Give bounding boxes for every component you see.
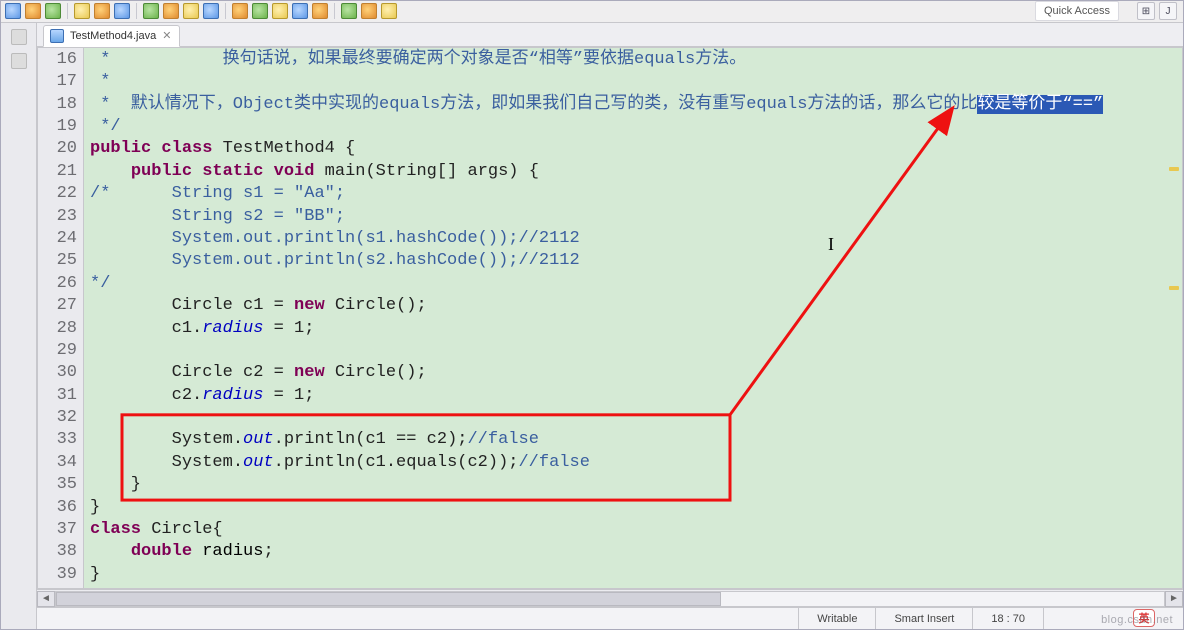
toolbar-icon[interactable] xyxy=(312,3,328,19)
minimized-view-icon[interactable] xyxy=(11,53,27,69)
code-line[interactable]: } xyxy=(90,497,1182,519)
toolbar-icon[interactable] xyxy=(114,3,130,19)
toolbar-icon[interactable] xyxy=(203,3,219,19)
toolbar-icon[interactable] xyxy=(74,3,90,19)
line-number: 39 xyxy=(42,564,77,586)
code-line[interactable]: /* String s1 = "Aa"; xyxy=(90,183,1182,205)
scroll-thumb[interactable] xyxy=(56,592,721,606)
minimized-view-icon[interactable] xyxy=(11,29,27,45)
line-number: 32 xyxy=(42,407,77,429)
code-content[interactable]: * 换句话说，如果最终要确定两个对象是否“相等”要依据equals方法。 * *… xyxy=(84,48,1182,588)
line-number: 37 xyxy=(42,519,77,541)
toolbar-separator xyxy=(225,3,226,19)
scroll-track[interactable] xyxy=(55,591,1165,607)
code-line[interactable] xyxy=(90,340,1182,362)
status-bar: Writable Smart Insert 18 : 70 xyxy=(37,607,1183,629)
java-perspective-button[interactable]: J xyxy=(1159,2,1177,20)
line-number: 36 xyxy=(42,497,77,519)
code-line[interactable]: } xyxy=(90,474,1182,496)
line-number: 38 xyxy=(42,541,77,563)
toolbar-icon[interactable] xyxy=(272,3,288,19)
line-number: 29 xyxy=(42,340,77,362)
toolbar-icon[interactable] xyxy=(25,3,41,19)
editor-tabbar: TestMethod4.java ✕ xyxy=(37,23,1183,47)
toolbar-icon[interactable] xyxy=(232,3,248,19)
quick-access-label: Quick Access xyxy=(1044,5,1110,17)
toolbar-icon[interactable] xyxy=(45,3,61,19)
toolbar-separator xyxy=(334,3,335,19)
line-number: 25 xyxy=(42,250,77,272)
perspective-switcher: ⊞ J xyxy=(1137,2,1177,20)
toolbar-icon[interactable] xyxy=(341,3,357,19)
horizontal-scrollbar[interactable]: ◄ ► xyxy=(37,589,1183,607)
code-line[interactable]: public static void main(String[] args) { xyxy=(90,161,1182,183)
open-perspective-button[interactable]: ⊞ xyxy=(1137,2,1155,20)
line-number: 20 xyxy=(42,138,77,160)
line-number: 26 xyxy=(42,273,77,295)
main-toolbar: Quick Access ⊞ J xyxy=(1,1,1183,23)
toolbar-icon[interactable] xyxy=(381,3,397,19)
code-line[interactable]: } xyxy=(90,564,1182,586)
line-number: 23 xyxy=(42,206,77,228)
code-line[interactable]: System.out.println(s2.hashCode());//2112 xyxy=(90,250,1182,272)
code-line[interactable]: System.out.println(s1.hashCode());//2112 xyxy=(90,228,1182,250)
code-line[interactable]: * xyxy=(90,71,1182,93)
line-number: 30 xyxy=(42,362,77,384)
line-number: 31 xyxy=(42,385,77,407)
code-line[interactable]: * 换句话说，如果最终要确定两个对象是否“相等”要依据equals方法。 xyxy=(90,49,1182,71)
toolbar-separator xyxy=(67,3,68,19)
code-line[interactable]: */ xyxy=(90,116,1182,138)
code-line[interactable]: c2.radius = 1; xyxy=(90,385,1182,407)
status-insert-mode: Smart Insert xyxy=(875,608,972,629)
line-number: 35 xyxy=(42,474,77,496)
java-file-icon xyxy=(50,29,64,43)
code-line[interactable]: System.out.println(c1 == c2);//false xyxy=(90,429,1182,451)
toolbar-icon[interactable] xyxy=(163,3,179,19)
scroll-left-button[interactable]: ◄ xyxy=(37,591,55,607)
line-number: 24 xyxy=(42,228,77,250)
line-number: 18 xyxy=(42,94,77,116)
line-number: 34 xyxy=(42,452,77,474)
code-line[interactable]: System.out.println(c1.equals(c2));//fals… xyxy=(90,452,1182,474)
quick-access-box[interactable]: Quick Access xyxy=(1035,1,1119,21)
tab-label: TestMethod4.java xyxy=(70,30,156,42)
eclipse-window: Quick Access ⊞ J TestMethod4.java ✕ 1617… xyxy=(0,0,1184,630)
overview-ruler[interactable] xyxy=(1164,72,1182,548)
toolbar-icon[interactable] xyxy=(252,3,268,19)
toolbar-icon[interactable] xyxy=(292,3,308,19)
code-line[interactable]: double radius; xyxy=(90,541,1182,563)
line-number: 28 xyxy=(42,318,77,340)
code-editor[interactable]: 1617181920212223242526272829303132333435… xyxy=(37,47,1183,589)
status-cursor-position: 18 : 70 xyxy=(972,608,1043,629)
code-line[interactable]: Circle c2 = new Circle(); xyxy=(90,362,1182,384)
toolbar-icon[interactable] xyxy=(361,3,377,19)
code-line[interactable]: String s2 = "BB"; xyxy=(90,206,1182,228)
code-line[interactable]: */ xyxy=(90,273,1182,295)
toolbar-icon[interactable] xyxy=(183,3,199,19)
line-number-gutter: 1617181920212223242526272829303132333435… xyxy=(38,48,84,588)
code-line[interactable]: c1.radius = 1; xyxy=(90,318,1182,340)
watermark-text: blog.csdn.net xyxy=(1101,614,1173,626)
line-number: 17 xyxy=(42,71,77,93)
toolbar-icon[interactable] xyxy=(143,3,159,19)
editor-tab-testmethod4[interactable]: TestMethod4.java ✕ xyxy=(43,25,180,47)
status-writable: Writable xyxy=(798,608,875,629)
close-icon[interactable]: ✕ xyxy=(162,29,171,42)
line-number: 27 xyxy=(42,295,77,317)
code-line[interactable]: class Circle{ xyxy=(90,519,1182,541)
line-number: 19 xyxy=(42,116,77,138)
line-number: 22 xyxy=(42,183,77,205)
line-number: 16 xyxy=(42,49,77,71)
line-number: 21 xyxy=(42,161,77,183)
toolbar-icon[interactable] xyxy=(5,3,21,19)
toolbar-icon[interactable] xyxy=(94,3,110,19)
code-line[interactable]: * 默认情况下，Object类中实现的equals方法，即如果我们自己写的类，没… xyxy=(90,94,1182,116)
toolbar-separator xyxy=(136,3,137,19)
code-line[interactable] xyxy=(90,407,1182,429)
code-line[interactable]: Circle c1 = new Circle(); xyxy=(90,295,1182,317)
scroll-right-button[interactable]: ► xyxy=(1165,591,1183,607)
line-number: 33 xyxy=(42,429,77,451)
left-trim-stack xyxy=(1,23,37,629)
code-line[interactable]: public class TestMethod4 { xyxy=(90,138,1182,160)
